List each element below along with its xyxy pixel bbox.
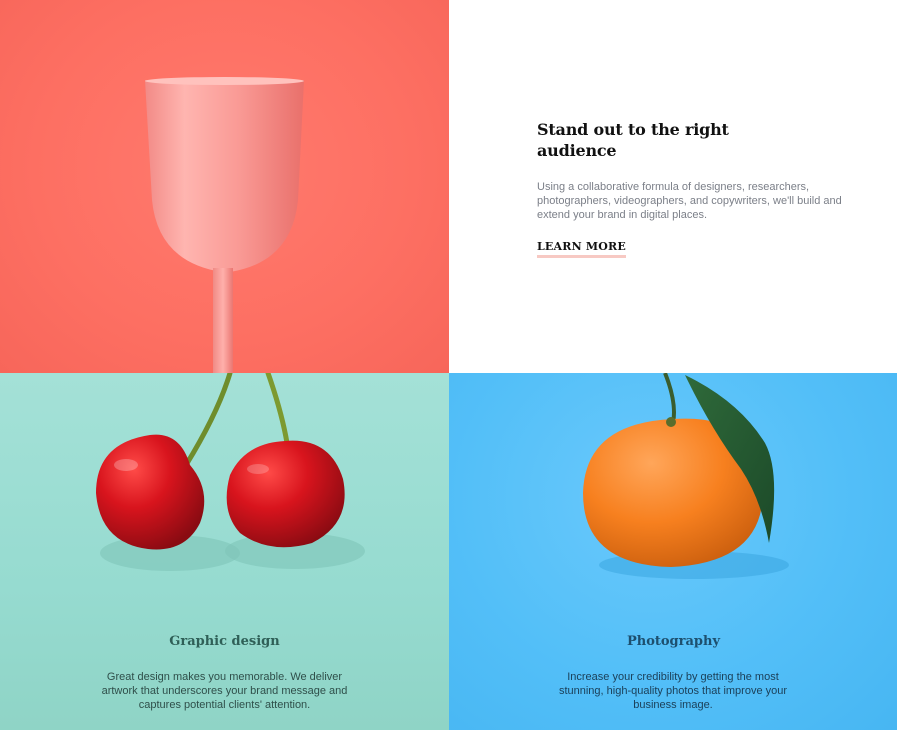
cherry-left bbox=[96, 434, 205, 550]
glass-illustration bbox=[145, 77, 304, 373]
intro-paragraph: Using a collaborative formula of designe… bbox=[537, 181, 842, 221]
pink-glass-image bbox=[0, 0, 449, 373]
learn-more-link[interactable]: LEARN MORE bbox=[537, 240, 626, 258]
graphic-design-card: Graphic design Great design makes you me… bbox=[0, 373, 449, 730]
glass-rim bbox=[145, 77, 304, 85]
cherry-stem-right bbox=[265, 373, 290, 446]
glass-stem bbox=[213, 268, 233, 373]
cherry-highlight-right bbox=[247, 464, 269, 474]
cherry-stem-left bbox=[183, 373, 233, 468]
photography-card: Photography Increase your credibility by… bbox=[449, 373, 897, 730]
graphic-design-title: Graphic design bbox=[169, 634, 280, 649]
graphic-design-text: Great design makes you memorable. We del… bbox=[101, 671, 348, 711]
intro-section: Stand out to the right audience Using a … bbox=[449, 0, 897, 373]
orange-stem-base bbox=[666, 417, 676, 427]
cherry-right bbox=[226, 440, 345, 548]
intro-heading: Stand out to the right audience bbox=[537, 120, 729, 160]
photography-text: Increase your credibility by getting the… bbox=[558, 671, 788, 711]
orange-stem bbox=[663, 373, 676, 424]
cherry-highlight-left bbox=[114, 459, 138, 471]
glass-bowl bbox=[145, 80, 304, 272]
photography-title: Photography bbox=[626, 634, 721, 649]
